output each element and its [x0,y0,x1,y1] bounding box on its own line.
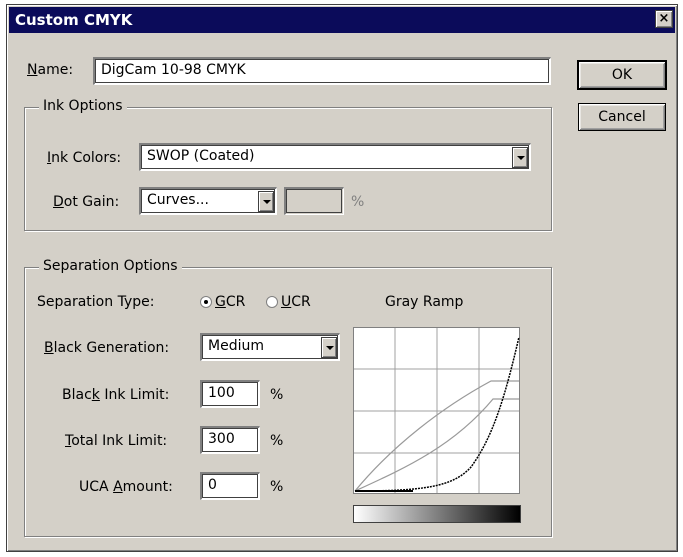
gcr-radio[interactable] [200,296,212,308]
name-label-text: ame: [37,62,74,78]
uca-amount-label-text: mount: [122,479,173,495]
separation-type-label: Separation Type: [37,294,155,310]
black-generation-label-text: lack Generation: [53,340,170,356]
gray-ramp-gradient-bar [353,505,521,523]
dot-gain-percent-unit: % [351,194,365,210]
uca-amount-input[interactable]: 0 [200,472,260,500]
dialog-title: Custom CMYK [15,11,133,29]
ink-colors-dropdown-arrow-icon[interactable] [512,147,528,168]
black-generation-value: Medium [208,338,264,354]
gcr-radio-label[interactable]: GCR [215,294,245,310]
total-ink-limit-label-text: otal Ink Limit: [71,433,168,449]
dot-gain-value: Curves... [147,192,209,208]
black-ink-limit-mnemonic: k [91,387,100,403]
ink-colors-value: SWOP (Coated) [147,148,255,164]
black-generation-label: Black Generation: [44,340,169,356]
dot-gain-select[interactable]: Curves... [139,187,277,215]
gray-ramp-graph [353,327,520,494]
black-ink-limit-label: Black Ink Limit: [62,387,169,403]
uca-amount-label: UCA Amount: [79,479,173,495]
custom-cmyk-dialog: Custom CMYK × Name: DigCam 10-98 CMYK OK… [6,4,678,552]
black-generation-select[interactable]: Medium [200,333,340,361]
black-generation-mnemonic: B [44,340,54,356]
uca-amount-label-pre: UCA [79,479,114,495]
cancel-button[interactable]: Cancel [578,103,666,131]
ok-button[interactable]: OK [577,60,667,90]
ucr-label-text: CR [291,294,311,310]
uca-amount-unit: % [270,479,284,495]
close-button[interactable]: × [655,10,673,28]
black-ink-limit-label-text: Ink Limit: [99,387,170,403]
ink-colors-label-text: nk Colors: [51,150,122,166]
gcr-label-text: CR [225,294,246,310]
uca-amount-mnemonic: A [113,479,123,495]
dot-gain-label-text: ot Gain: [63,194,120,210]
ink-colors-label: Ink Colors: [47,150,121,166]
total-ink-limit-label: Total Ink Limit: [65,433,167,449]
dot-gain-percent-input[interactable] [284,187,344,215]
dot-gain-label: Dot Gain: [53,194,119,210]
gray-ramp-title: Gray Ramp [385,294,464,310]
name-input[interactable]: DigCam 10-98 CMYK [93,57,551,85]
black-ink-limit-unit: % [270,387,284,403]
separation-options-title: Separation Options [39,258,182,274]
black-ink-limit-input[interactable]: 100 [200,380,260,408]
title-bar[interactable]: Custom CMYK × [9,7,675,33]
ink-colors-select[interactable]: SWOP (Coated) [139,143,531,171]
dot-gain-mnemonic: D [53,194,64,210]
total-ink-limit-input[interactable]: 300 [200,426,260,454]
name-label: Name: [27,62,73,78]
total-ink-limit-unit: % [270,433,284,449]
ucr-radio[interactable] [266,296,278,308]
black-generation-dropdown-arrow-icon[interactable] [321,337,337,358]
ucr-radio-label[interactable]: UCR [281,294,311,310]
gcr-mnemonic: G [215,294,226,310]
ucr-mnemonic: U [281,294,292,310]
ink-options-title: Ink Options [39,98,127,114]
name-label-mnemonic: N [27,62,38,78]
dot-gain-dropdown-arrow-icon[interactable] [258,191,274,212]
black-ink-limit-label-pre: Blac [62,387,92,403]
